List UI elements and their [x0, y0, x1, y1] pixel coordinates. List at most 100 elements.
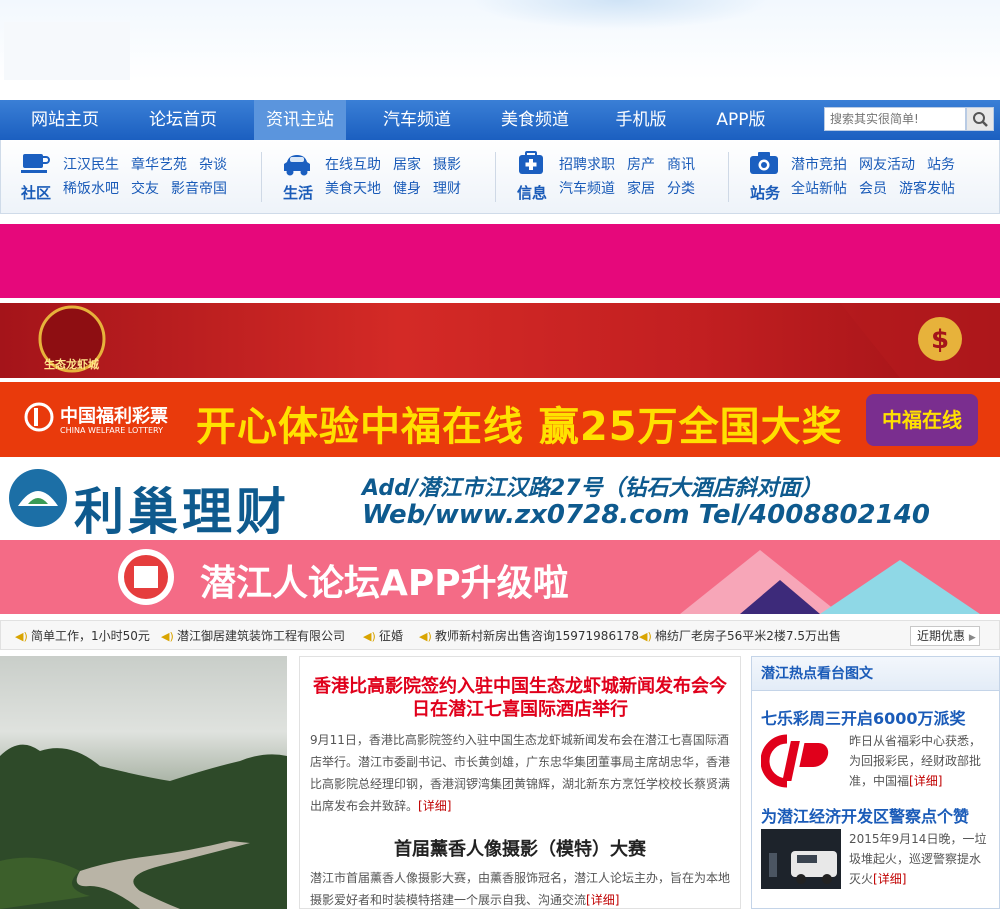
- site-header: [0, 0, 1000, 100]
- sub-link[interactable]: 章华艺苑: [131, 154, 187, 174]
- recent-offers-label: 近期优惠: [917, 629, 966, 643]
- speaker-icon: ◀): [639, 630, 652, 643]
- search-input[interactable]: [824, 107, 966, 131]
- divider: [261, 152, 262, 202]
- crayfish-logo: 生态龙虾城: [44, 358, 99, 371]
- divider: [495, 152, 496, 202]
- news-summary: 9月11日，香港比高影院签约入驻中国生态龙虾城新闻发布会在潜江七喜国际酒店举行。…: [310, 729, 732, 817]
- nav-news[interactable]: 资讯主站: [254, 100, 346, 140]
- ticker-text: 棉纺厂老房子56平米2楼7.5万出售: [655, 629, 841, 643]
- detail-link[interactable]: [详细]: [873, 872, 906, 886]
- hot-topic-summary: 昨日从省福彩中心获悉，为回报彩民，经财政部批准，中国福[详细]: [849, 731, 991, 791]
- finance-logo-icon: [9, 469, 67, 527]
- ad-banner-app-upgrade[interactable]: 潜江人论坛APP升级啦: [0, 540, 1000, 614]
- chevron-right-icon: ▶: [968, 633, 976, 643]
- finance-address: Add/潜江市江汉路27号（钻石大酒店斜对面）: [362, 476, 823, 501]
- ticker-item[interactable]: ◀) 棉纺厂老房子56平米2楼7.5万出售: [639, 627, 841, 644]
- nav-mobile[interactable]: 手机版: [600, 100, 682, 140]
- news-summary-2: 潜江市首届薰香人像摄影大赛，由薰香服饰冠名，潜江人论坛主办，旨在为本地摄影爱好者…: [310, 867, 732, 909]
- sub-link[interactable]: 招聘求职: [559, 154, 615, 174]
- sub-link[interactable]: 交友: [131, 178, 159, 198]
- sub-link[interactable]: 分类: [667, 178, 695, 198]
- group-title-life[interactable]: 生活: [283, 182, 313, 203]
- speaker-icon: ◀): [363, 630, 376, 643]
- search-button[interactable]: [966, 107, 994, 131]
- nav-app[interactable]: APP版: [700, 100, 782, 140]
- ad-banner-pink[interactable]: [0, 224, 1000, 298]
- sub-link[interactable]: 站务: [927, 154, 955, 174]
- recent-offers-button[interactable]: 近期优惠 ▶: [910, 626, 980, 646]
- ticker-item[interactable]: ◀) 潜江御居建筑装饰工程有限公司: [161, 627, 345, 644]
- nav-auto[interactable]: 汽车频道: [364, 100, 470, 140]
- ad-banner-finance[interactable]: 利巢理财 Add/潜江市江汉路27号（钻石大酒店斜对面） Web/www.zx0…: [0, 460, 1000, 536]
- lottery-logo-icon: [24, 402, 54, 432]
- ticker-text: 潜江御居建筑装饰工程有限公司: [177, 629, 346, 643]
- nav-food[interactable]: 美食频道: [482, 100, 588, 140]
- sub-link[interactable]: 全站新帖: [791, 178, 847, 198]
- ticker-item[interactable]: ◀) 简单工作，1小时50元: [15, 627, 150, 644]
- detail-link[interactable]: [详细]: [418, 799, 451, 813]
- photo-landscape: [0, 744, 287, 909]
- sub-link[interactable]: 在线互助: [325, 154, 381, 174]
- speaker-icon: ◀): [15, 630, 28, 643]
- sub-link[interactable]: 游客发帖: [899, 178, 955, 198]
- sub-link[interactable]: 稀饭水吧: [63, 178, 119, 198]
- notice-ticker: ◀) 简单工作，1小时50元 ◀) 潜江御居建筑装饰工程有限公司 ◀) 征婚 ◀) 教师…: [0, 620, 1000, 650]
- cup-icon: [21, 154, 50, 173]
- hot-topic-summary: 2015年9月14日晚，一垃圾堆起火，巡逻警察提水灭火[详细]: [849, 829, 991, 889]
- sub-link[interactable]: 江汉民生: [63, 154, 119, 174]
- page: 网站主页 论坛首页 资讯主站 汽车频道 美食频道 手机版 APP版 社区 江汉民…: [0, 0, 1000, 909]
- medkit-icon: [519, 151, 543, 174]
- police-photo[interactable]: [761, 829, 841, 889]
- finance-title: 利巢理财: [74, 483, 290, 536]
- news-headline-2[interactable]: 首届薰香人像摄影（模特）大赛: [310, 835, 730, 861]
- welfare-lottery-logo[interactable]: [761, 731, 841, 791]
- sub-link[interactable]: 美食天地: [325, 178, 381, 198]
- sub-link[interactable]: 理财: [433, 178, 461, 198]
- hot-topics-panel: 潜江热点看台图文 七乐彩周三开启6000万派奖 昨日从省福彩中心获悉，为回报彩民…: [751, 656, 1000, 909]
- app-upgrade-text: 潜江人论坛APP升级啦: [200, 563, 569, 604]
- divider: [728, 152, 729, 202]
- sub-link[interactable]: 商讯: [667, 154, 695, 174]
- sub-link[interactable]: 网友活动: [859, 154, 915, 174]
- group-title-info[interactable]: 信息: [517, 182, 547, 203]
- detail-link[interactable]: [详细]: [586, 893, 619, 907]
- lottery-slogan: 开心体验中福在线 赢25万全国大奖: [196, 404, 843, 450]
- ticker-text: 教师新村新房出售咨询15971986178: [435, 629, 639, 643]
- sub-link[interactable]: 会员: [859, 178, 887, 198]
- ticker-item[interactable]: ◀) 教师新村新房出售咨询15971986178: [419, 627, 639, 644]
- sub-link[interactable]: 房产: [627, 154, 655, 174]
- panel-header: 潜江热点看台图文: [752, 657, 999, 691]
- svg-text:$: $: [931, 325, 949, 355]
- nav-home[interactable]: 网站主页: [12, 100, 118, 140]
- news-headline[interactable]: 香港比高影院签约入驻中国生态龙虾城新闻发布会今日在潜江七喜国际酒店举行: [310, 675, 730, 721]
- ticker-item[interactable]: ◀) 征婚: [363, 627, 403, 644]
- featured-photo[interactable]: [0, 656, 287, 909]
- lottery-logo-text: 中国福利彩票: [60, 406, 168, 427]
- hot-topic-title[interactable]: 为潜江经济开发区警察点个赞: [761, 803, 969, 827]
- detail-link[interactable]: [详细]: [909, 774, 942, 788]
- group-title-site[interactable]: 站务: [750, 182, 780, 203]
- group-title-community[interactable]: 社区: [21, 182, 51, 203]
- speaker-icon: ◀): [419, 630, 432, 643]
- speaker-icon: ◀): [161, 630, 174, 643]
- sub-link[interactable]: 影音帝国: [171, 178, 227, 198]
- ad-banner-crayfish[interactable]: $ 生态龙虾城: [0, 303, 1000, 378]
- category-nav: 社区 江汉民生 章华艺苑 杂谈 稀饭水吧 交友 影音帝国 生活 在线互助 居家 …: [0, 140, 1000, 214]
- ticker-text: 征婚: [379, 629, 404, 643]
- sub-link[interactable]: 潜市竞拍: [791, 154, 847, 174]
- sub-link[interactable]: 汽车频道: [559, 178, 615, 198]
- news-summary-text: 9月11日，香港比高影院签约入驻中国生态龙虾城新闻发布会在潜江七喜国际酒店举行。…: [310, 733, 731, 813]
- lottery-logo-en: CHINA WELFARE LOTTERY: [60, 426, 163, 435]
- sub-link[interactable]: 家居: [627, 178, 655, 198]
- hot-topic-title[interactable]: 七乐彩周三开启6000万派奖: [761, 705, 966, 729]
- sub-link[interactable]: 杂谈: [199, 154, 227, 174]
- site-logo[interactable]: [4, 22, 130, 80]
- sub-link[interactable]: 摄影: [433, 154, 461, 174]
- sub-link[interactable]: 居家: [393, 154, 421, 174]
- lottery-badge-text: 中福在线: [882, 408, 962, 432]
- news-column: 香港比高影院签约入驻中国生态龙虾城新闻发布会今日在潜江七喜国际酒店举行 9月11…: [299, 656, 741, 909]
- ad-banner-lottery[interactable]: 中国福利彩票 CHINA WELFARE LOTTERY 开心体验中福在线 赢2…: [0, 382, 1000, 457]
- nav-forum[interactable]: 论坛首页: [130, 100, 236, 140]
- sub-link[interactable]: 健身: [393, 178, 421, 198]
